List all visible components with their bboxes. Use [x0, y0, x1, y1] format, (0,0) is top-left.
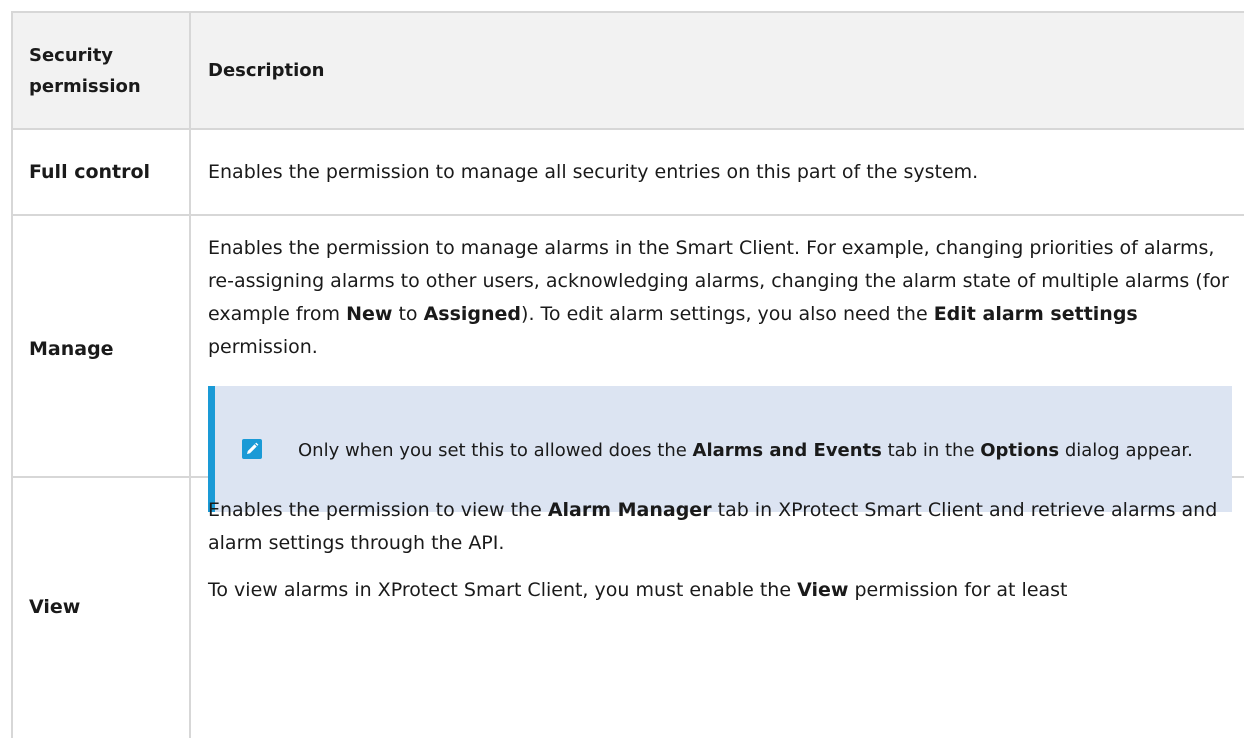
permission-description: Enables the permission to view the Alarm… — [191, 478, 1244, 738]
description-paragraph: Enables the permission to manage alarms … — [208, 232, 1232, 364]
table-row: Full control Enables the permission to m… — [11, 130, 1244, 216]
text: tab in the — [881, 440, 981, 461]
permission-description: Enables the permission to manage alarms … — [191, 216, 1244, 512]
bold-text: New — [346, 303, 393, 325]
table-header-row: Security permission Description — [11, 13, 1244, 130]
bold-text: Alarm Manager — [547, 499, 712, 521]
text: Enables the permission to view the — [208, 499, 548, 521]
permissions-table: Security permission Description Full con… — [11, 11, 1244, 738]
text: permission for at least — [848, 579, 1068, 601]
text: dialog appear. — [1059, 440, 1193, 461]
header-description: Description — [208, 60, 325, 81]
header-security-permission: Security permission — [11, 13, 191, 128]
table-row: View Enables the permission to view the … — [11, 478, 1244, 738]
table-row: Manage Enables the permission to manage … — [11, 216, 1244, 512]
bold-text: Options — [980, 440, 1060, 461]
permission-description: Enables the permission to manage all sec… — [208, 160, 979, 183]
text: to — [392, 303, 424, 325]
text: permission. — [208, 336, 318, 358]
bold-text: Alarms and Events — [692, 440, 882, 461]
text: Only when you set this to allowed does t… — [298, 440, 693, 461]
permission-name: View — [11, 478, 191, 738]
text: ). To edit alarm settings, you also need… — [521, 303, 934, 325]
bold-text: Edit alarm settings — [933, 303, 1138, 325]
permission-name: Manage — [11, 216, 191, 476]
bold-text: View — [797, 579, 849, 601]
permission-name: Full control — [11, 130, 191, 214]
note-text: Only when you set this to allowed does t… — [298, 430, 1193, 468]
pencil-icon — [242, 439, 262, 459]
bold-text: Assigned — [423, 303, 522, 325]
text: To view alarms in XProtect Smart Client,… — [208, 579, 798, 601]
description-paragraph: To view alarms in XProtect Smart Client,… — [208, 574, 1232, 607]
description-paragraph: Enables the permission to view the Alarm… — [208, 494, 1232, 560]
